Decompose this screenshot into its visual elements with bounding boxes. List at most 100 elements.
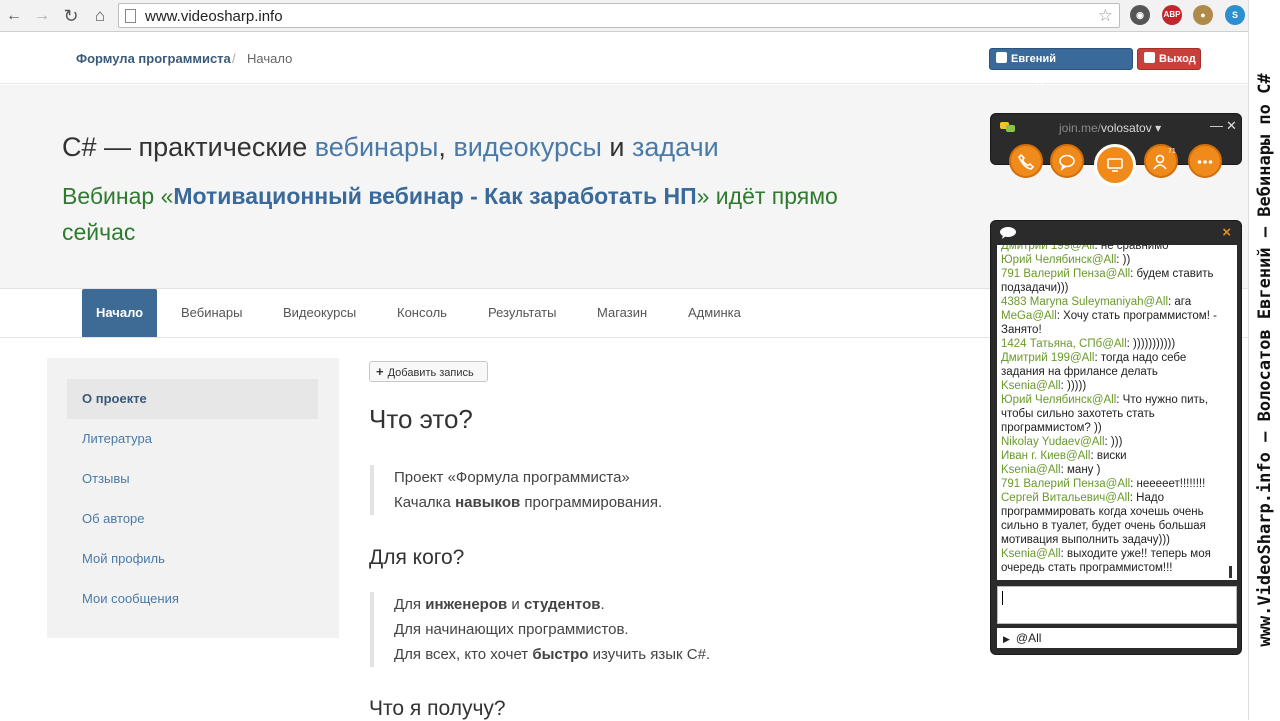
page-title: C# — практические вебинары, видеокурсы и… — [62, 132, 719, 163]
live-webinar-notice: Вебинар «Мотивационный вебинар - Как зар… — [62, 178, 862, 250]
chat-message: 791 Валерий Пенза@All: будем ставить под… — [1001, 267, 1233, 295]
minimize-icon[interactable]: — — [1210, 118, 1223, 133]
chat-message-user[interactable]: Юрий Челябинск@All — [1001, 394, 1116, 406]
chat-button[interactable] — [1050, 144, 1084, 178]
reload-icon[interactable]: ↻ — [61, 6, 81, 26]
chat-message-user[interactable]: 791 Валерий Пенза@All — [1001, 268, 1130, 280]
banner-text: www.VideoSharp.info — Волосатов Евгений … — [1255, 73, 1275, 647]
monitor-icon — [1107, 158, 1123, 172]
chat-message-user[interactable]: Дмитрий 199@All — [1001, 352, 1094, 364]
what-l2-b: навыков — [455, 494, 521, 511]
more-button[interactable] — [1188, 144, 1222, 178]
link-courses[interactable]: видеокурсы — [453, 132, 601, 162]
url-text[interactable]: www.videosharp.info — [145, 8, 283, 25]
browser-toolbar: ← → ↻ ⌂ www.videosharp.info ☆ ◉ ABP ● S — [0, 0, 1248, 32]
chat-messages: Дмитрий 199@All: не сравнимо Юрий Челябин… — [997, 245, 1237, 575]
chat-message: Дмитрий 199@All: не сравнимо — [1001, 245, 1233, 253]
sidebar-item-about[interactable]: О проекте — [67, 379, 318, 419]
link-webinars[interactable]: вебинары — [315, 132, 439, 162]
forward-icon[interactable]: → — [32, 6, 52, 26]
what-quote: Проект «Формула программиста» Качалка на… — [370, 465, 662, 515]
chat-message: Nikolay Yudaev@All: ))) — [1001, 435, 1233, 449]
chat-message-user[interactable]: Nikolay Yudaev@All — [1001, 436, 1105, 448]
tab-admin[interactable]: Админка — [674, 289, 755, 337]
chat-message-user[interactable]: Ksenia@All — [1001, 464, 1061, 476]
chat-message: 1424 Татьяна, СПб@All: ))))))))))) — [1001, 337, 1233, 351]
tab-results[interactable]: Результаты — [474, 289, 570, 337]
chat-message-user[interactable]: 791 Валерий Пенза@All — [1001, 478, 1130, 490]
breadcrumb-current: Начало — [247, 51, 293, 66]
breadcrumb-home[interactable]: Формула программиста — [76, 51, 231, 66]
chat-message: Юрий Челябинск@All: )) — [1001, 253, 1233, 267]
sidebar-item-messages[interactable]: Мои сообщения — [67, 579, 318, 619]
tab-home[interactable]: Начало — [82, 289, 158, 337]
tab-webinars[interactable]: Вебинары — [167, 289, 256, 337]
joinme-logo-icon — [1000, 122, 1015, 132]
who-l1-a: Для — [394, 596, 422, 613]
notice-prefix: Вебинар « — [62, 183, 174, 209]
chat-message: Юрий Челябинск@All: Что нужно пить, чтоб… — [1001, 393, 1233, 435]
heading-what: Что это? — [369, 404, 473, 434]
home-icon[interactable]: ⌂ — [90, 6, 110, 26]
title-and: и — [609, 132, 625, 162]
link-tasks[interactable]: задачи — [632, 132, 719, 162]
chat-log[interactable]: Дмитрий 199@All: не сравнимо Юрий Челябин… — [997, 245, 1237, 580]
who-l3-a: Для всех, кто хочет — [394, 646, 529, 663]
tab-shop[interactable]: Магазин — [583, 289, 661, 337]
skype-icon[interactable]: S — [1225, 5, 1245, 25]
sidebar-item-reviews[interactable]: Отзывы — [67, 459, 318, 499]
chat-header-icon — [1000, 227, 1016, 239]
chat-message-user[interactable]: Ksenia@All — [1001, 380, 1061, 392]
cookie-icon[interactable]: ● — [1193, 5, 1213, 25]
user-button[interactable]: Евгений Витольдович — [989, 48, 1133, 85]
chat-recipient[interactable]: ▶ @All — [997, 628, 1237, 648]
tab-console[interactable]: Консоль — [383, 289, 461, 337]
what-l2-c: программирования. — [524, 494, 663, 511]
back-icon[interactable]: ← — [4, 6, 24, 26]
chat-close-icon[interactable]: × — [1222, 224, 1231, 241]
title-prefix: C# — практические — [62, 132, 308, 162]
chat-bubble-icon — [1059, 154, 1075, 171]
logout-icon — [1144, 52, 1155, 63]
chat-message-user[interactable]: Юрий Челябинск@All — [1001, 254, 1116, 266]
star-icon[interactable]: ☆ — [1098, 6, 1113, 26]
who-line-1: Для инженеров и студентов. — [394, 592, 710, 617]
chat-message-text: : ага — [1168, 296, 1192, 308]
chat-message-user[interactable]: Дмитрий 199@All — [1001, 245, 1094, 252]
close-icon[interactable]: ✕ — [1226, 118, 1237, 134]
sidebar-item-author[interactable]: Об авторе — [67, 499, 318, 539]
chat-message-user[interactable]: Иван г. Киев@All — [1001, 450, 1090, 462]
chat-message-user[interactable]: 1424 Татьяна, СПб@All — [1001, 338, 1127, 350]
triangle-right-icon: ▶ — [1003, 634, 1010, 644]
heading-get: Что я получу? — [369, 697, 506, 720]
more-dots-icon — [1197, 160, 1213, 164]
breadcrumb-separator: / — [232, 51, 236, 66]
chat-message-user[interactable]: Ksenia@All — [1001, 548, 1061, 560]
who-line-2: Для начинающих программистов. — [394, 621, 629, 638]
add-post-button[interactable]: + Добавить запись — [369, 361, 488, 382]
who-l3-c: изучить язык C#. — [592, 646, 711, 663]
chat-input[interactable] — [997, 586, 1237, 624]
screen-share-button[interactable] — [1094, 144, 1136, 186]
joinme-url[interactable]: join.me/volosatov ▾ — [1059, 121, 1161, 135]
chat-message-user[interactable]: Сергей Витальевич@All — [1001, 492, 1130, 504]
sidebar-item-profile[interactable]: Мой профиль — [67, 539, 318, 579]
chat-message-text: : виски — [1090, 450, 1127, 462]
chat-message-user[interactable]: 4383 Maryna Suleymaniyah@All — [1001, 296, 1168, 308]
text-caret — [1002, 591, 1003, 605]
sidebar-item-literature[interactable]: Литература — [67, 419, 318, 459]
phone-button[interactable] — [1009, 144, 1043, 178]
tab-courses[interactable]: Видеокурсы — [269, 289, 370, 337]
address-bar[interactable]: www.videosharp.info ☆ — [118, 3, 1120, 28]
globe-icon[interactable]: ◉ — [1130, 5, 1150, 25]
adblock-icon[interactable]: ABP — [1162, 5, 1182, 25]
chat-scrollbar[interactable] — [1229, 566, 1232, 578]
logout-button[interactable]: Выход — [1137, 48, 1201, 70]
joinme-url-name: volosatov — [1101, 121, 1152, 135]
what-line-1: Проект «Формула программиста» — [394, 469, 630, 486]
chat-message-user[interactable]: MeGa@All — [1001, 310, 1057, 322]
participants-button[interactable]: 71 — [1144, 144, 1178, 178]
logout-button-label: Выход — [1159, 53, 1196, 65]
live-webinar-link[interactable]: Мотивационный вебинар - Как заработать Н… — [173, 183, 696, 209]
chat-message: 4383 Maryna Suleymaniyah@All: ага — [1001, 295, 1233, 309]
